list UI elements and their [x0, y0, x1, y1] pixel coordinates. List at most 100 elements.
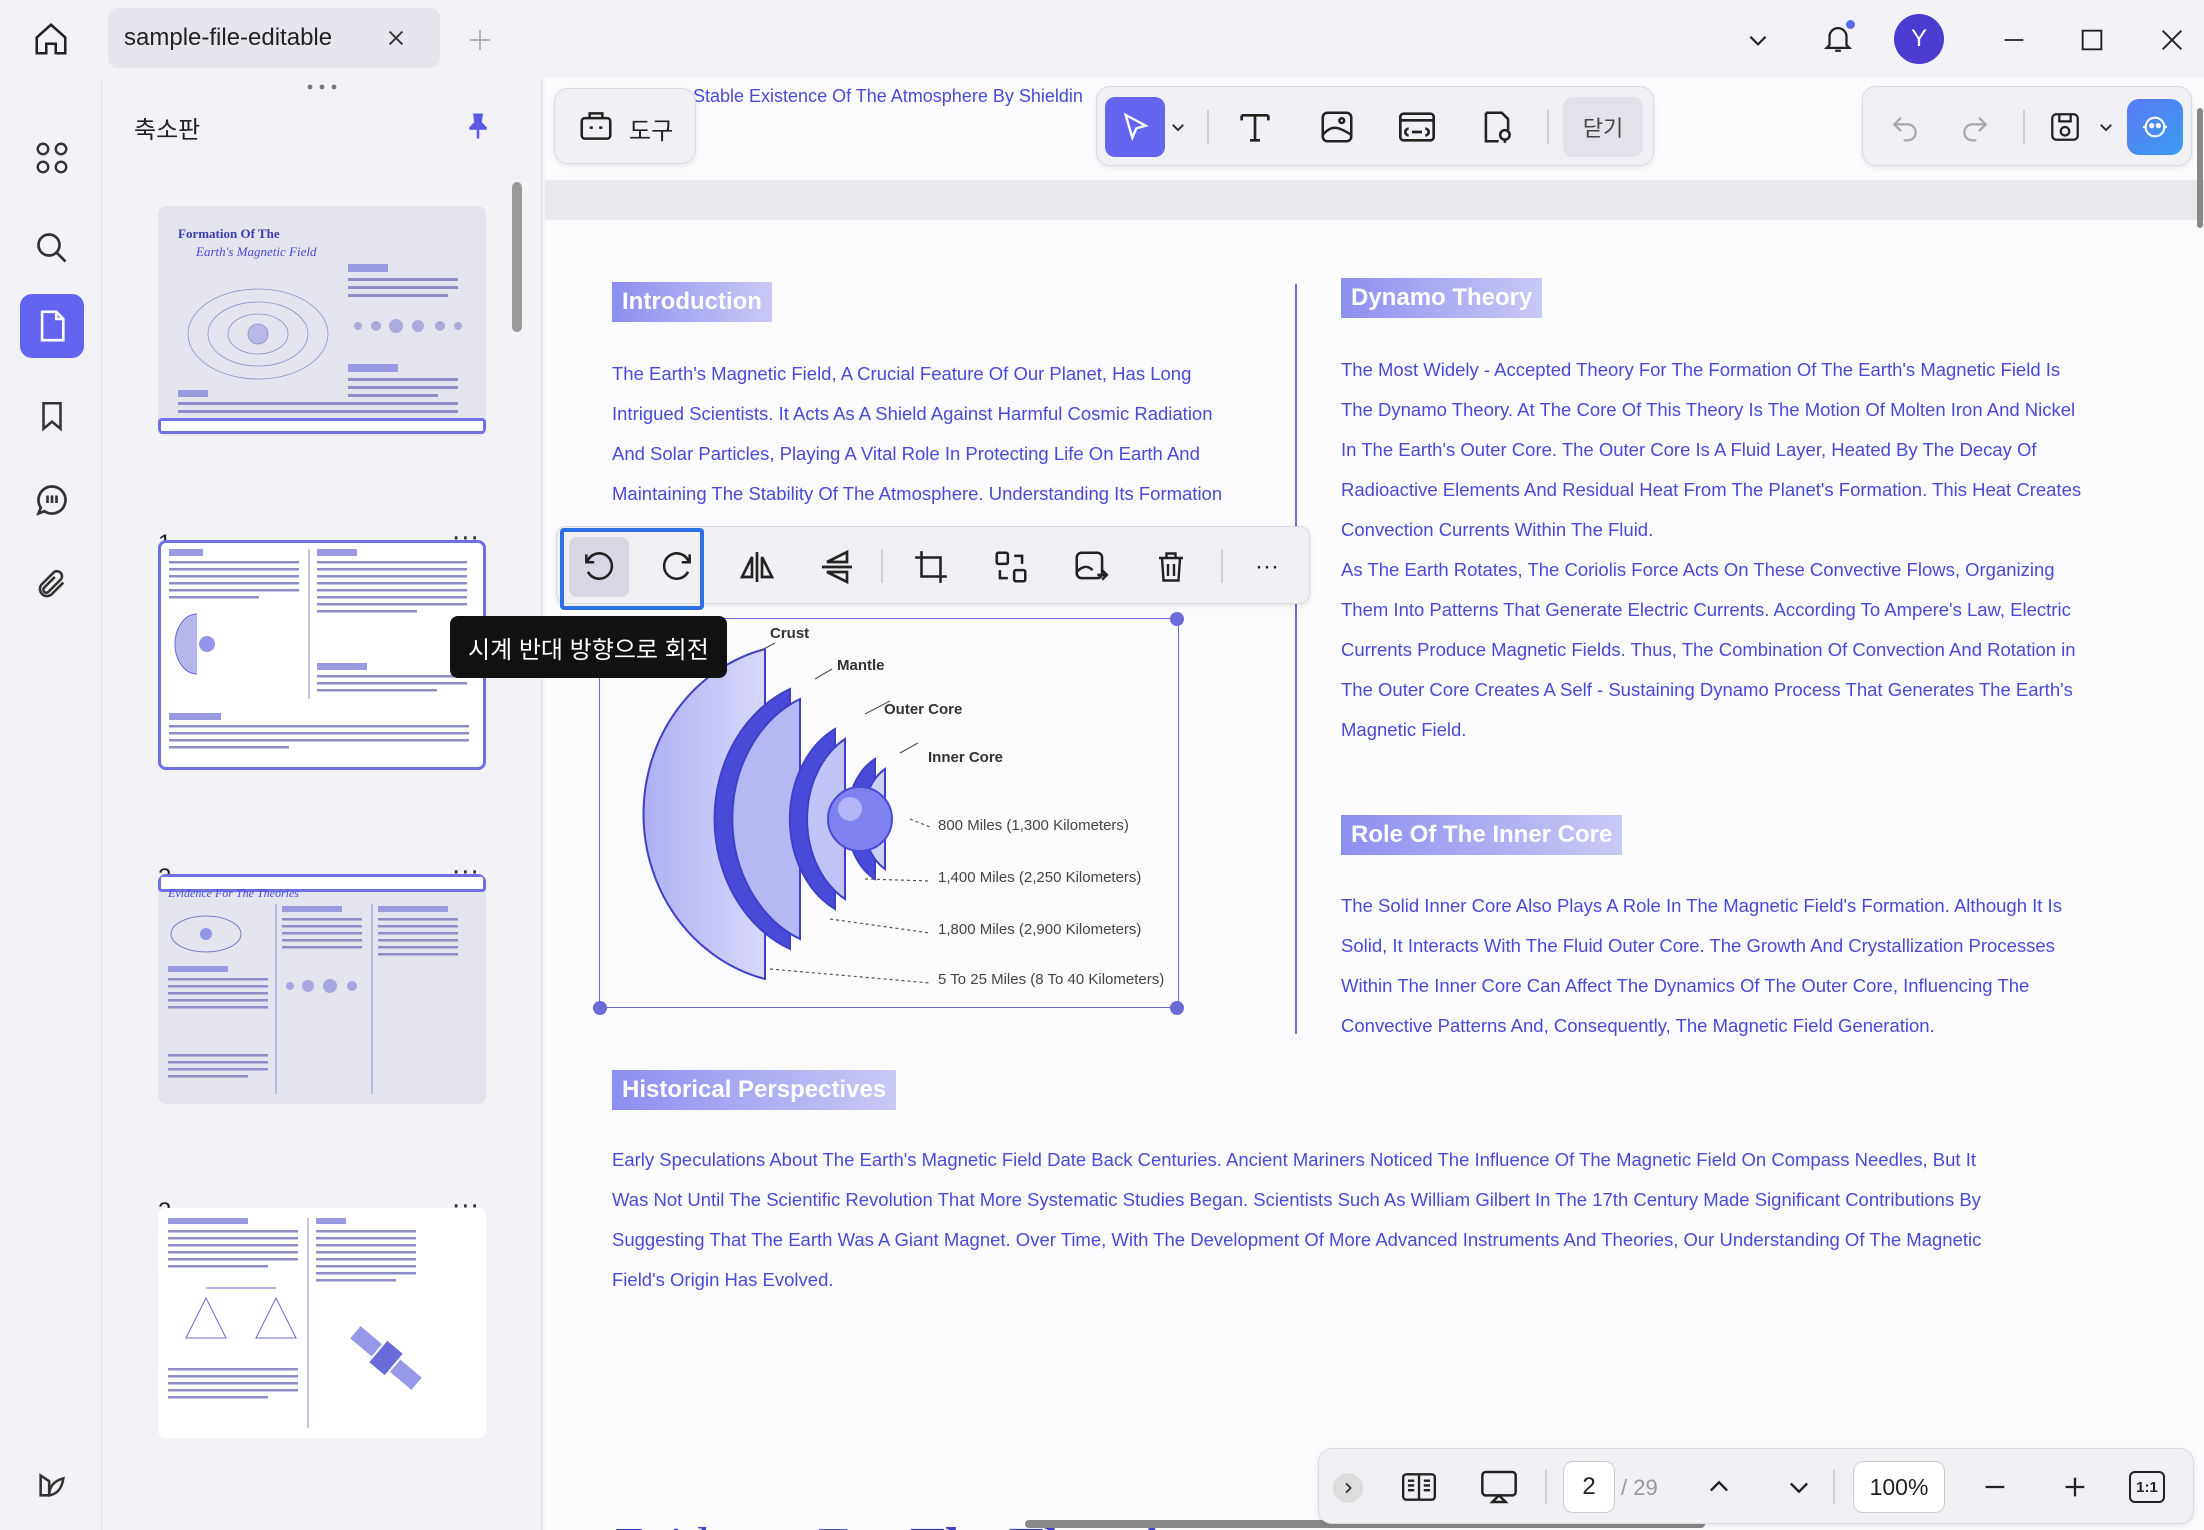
presentation-icon[interactable]	[1469, 1457, 1529, 1517]
historical-line: Suggesting That The Earth Was A Giant Ma…	[612, 1229, 1982, 1250]
minimize-icon[interactable]	[1994, 20, 2034, 60]
current-page-input[interactable]: 2	[1563, 1461, 1615, 1513]
actual-size-button[interactable]: 1:1	[2129, 1471, 2165, 1503]
new-tab-icon[interactable]	[462, 22, 498, 58]
crop-icon[interactable]	[901, 537, 961, 597]
thumbnail-page-3[interactable]: Evidence For The Theories	[158, 874, 486, 1104]
redo-icon[interactable]	[1945, 97, 2005, 157]
save-icon[interactable]	[2035, 97, 2095, 157]
zoom-out-icon[interactable]	[1965, 1457, 2025, 1517]
toolbox-icon	[575, 105, 617, 147]
edit-toolbar: 닫기	[1096, 86, 1654, 166]
rotate-counterclockwise-icon[interactable]	[569, 537, 629, 597]
thumb1-selection-strip	[158, 418, 486, 434]
link-tool-icon[interactable]	[1387, 97, 1447, 157]
depth-label-2: 1,400 Miles (2,250 Kilometers)	[938, 869, 1142, 886]
toolbar-separator	[1221, 549, 1223, 583]
dynamo-line: As The Earth Rotates, The Coriolis Force…	[1341, 559, 2055, 580]
page1-text-snippet: Stable Existence Of The Atmosphere By Sh…	[693, 86, 1083, 106]
notification-bell-icon[interactable]	[1818, 16, 1858, 60]
resize-handle-top-right[interactable]	[1170, 612, 1184, 626]
dynamo-line: Currents Produce Magnetic Fields. Thus, …	[1341, 639, 2076, 660]
inner-core-line: Solid, It Interacts With The Fluid Outer…	[1341, 935, 2055, 956]
apps-grid-icon[interactable]	[20, 126, 84, 190]
extract-image-icon[interactable]	[1061, 537, 1121, 597]
historical-line: Early Speculations About The Earth's Mag…	[612, 1149, 1976, 1170]
vertical-scrollbar[interactable]	[2197, 108, 2203, 228]
toolbar-separator	[2023, 110, 2025, 144]
zoom-level-input[interactable]: 100%	[1853, 1461, 1945, 1513]
pin-icon[interactable]	[458, 106, 498, 146]
thumb2-content	[169, 549, 469, 749]
next-page-icon[interactable]	[1769, 1457, 1829, 1517]
close-edit-button[interactable]: 닫기	[1563, 97, 1643, 157]
dynamo-line: Magnetic Field.	[1341, 719, 1467, 740]
inner-core-paragraph: The Solid Inner Core Also Plays A Role I…	[1341, 886, 2161, 1046]
thumbnails-page-icon[interactable]	[20, 294, 84, 358]
rotate-tooltip: 시계 반대 방향으로 회전	[450, 616, 727, 678]
dynamo-line: The Dynamo Theory. At The Core Of This T…	[1341, 399, 2076, 420]
close-tab-icon[interactable]	[380, 22, 412, 54]
rotate-clockwise-icon[interactable]	[647, 537, 707, 597]
total-pages: / 29	[1621, 1475, 1658, 1500]
page-2: Introduction The Earth's Magnetic Field,…	[545, 220, 2204, 1460]
thumbnail-page-4[interactable]	[158, 1208, 486, 1438]
ai-assistant-icon[interactable]	[2127, 99, 2183, 155]
previous-page-icon[interactable]	[1689, 1457, 1749, 1517]
panel-title: 축소판	[134, 117, 201, 144]
depth-label-1: 800 Miles (1,300 Kilometers)	[938, 817, 1129, 834]
bottom-navigation-bar: 2 / 29 100% 1:1	[1318, 1448, 2194, 1524]
thumb1-title: Formation Of The	[178, 226, 280, 241]
search-icon[interactable]	[20, 216, 84, 280]
thumb1-subtitle: Earth's Magnetic Field	[196, 244, 317, 259]
depth-label-4: 5 To 25 Miles (8 To 40 Kilometers)	[938, 971, 1165, 988]
tools-button[interactable]: 도구	[554, 88, 696, 164]
comment-icon[interactable]	[20, 468, 84, 532]
page-layout-icon[interactable]	[1389, 1457, 1449, 1517]
save-dropdown-icon[interactable]	[2091, 97, 2121, 157]
intro-line: And Solar Particles, Playing A Vital Rol…	[612, 443, 1200, 464]
attachment-icon[interactable]	[20, 552, 84, 616]
toolbar-separator	[1207, 110, 1209, 144]
panel-drag-handle[interactable]	[304, 84, 340, 90]
toolbar-separator	[1547, 110, 1549, 144]
document-tab[interactable]: sample-file-editable	[108, 8, 440, 68]
avatar[interactable]: Y	[1894, 14, 1944, 64]
thumbnail-page-2[interactable]	[158, 540, 486, 770]
intro-heading: Introduction	[612, 282, 772, 322]
label-mantle: Mantle	[837, 657, 885, 674]
replace-image-icon[interactable]	[981, 537, 1041, 597]
resize-handle-bottom-right[interactable]	[1170, 1001, 1184, 1015]
inner-core-heading: Role Of The Inner Core	[1341, 815, 1623, 855]
dynamo-heading: Dynamo Theory	[1341, 278, 1543, 318]
flip-vertical-icon[interactable]	[807, 537, 867, 597]
intro-line: Maintaining The Stability Of The Atmosph…	[612, 483, 1223, 504]
historical-line: Was Not Until The Scientific Revolution …	[612, 1189, 1981, 1210]
maximize-icon[interactable]	[2072, 20, 2112, 60]
panel-scrollbar[interactable]	[512, 182, 522, 332]
flip-horizontal-icon[interactable]	[727, 537, 787, 597]
zoom-in-icon[interactable]	[2045, 1457, 2105, 1517]
resize-handle-bottom-left[interactable]	[593, 1001, 607, 1015]
page-4-more-button[interactable]: ···	[452, 1526, 480, 1530]
historical-heading: Historical Perspectives	[612, 1070, 897, 1110]
select-tool-icon[interactable]	[1105, 97, 1165, 157]
select-dropdown-icon[interactable]	[1163, 97, 1193, 157]
collapse-arrow-icon[interactable]	[1333, 1473, 1363, 1503]
text-tool-icon[interactable]	[1225, 97, 1285, 157]
home-icon[interactable]	[26, 14, 76, 64]
bookmark-icon[interactable]	[20, 384, 84, 448]
undo-icon[interactable]	[1875, 97, 1935, 157]
inner-core-line: The Solid Inner Core Also Plays A Role I…	[1341, 895, 2062, 916]
historical-line: Field's Origin Has Evolved.	[612, 1269, 834, 1290]
thumb4-content	[168, 1218, 422, 1428]
more-options-button[interactable]: ···	[1237, 537, 1297, 597]
close-window-icon[interactable]	[2152, 20, 2192, 60]
layers-icon[interactable]	[20, 1452, 84, 1516]
chevron-down-icon[interactable]	[1740, 22, 1776, 58]
toolbar-separator	[1833, 1470, 1835, 1504]
thumbnail-page-1[interactable]: Formation Of The Earth's Magnetic Field	[158, 206, 486, 436]
image-tool-icon[interactable]	[1307, 97, 1367, 157]
watermark-tool-icon[interactable]	[1467, 97, 1527, 157]
delete-icon[interactable]	[1141, 537, 1201, 597]
